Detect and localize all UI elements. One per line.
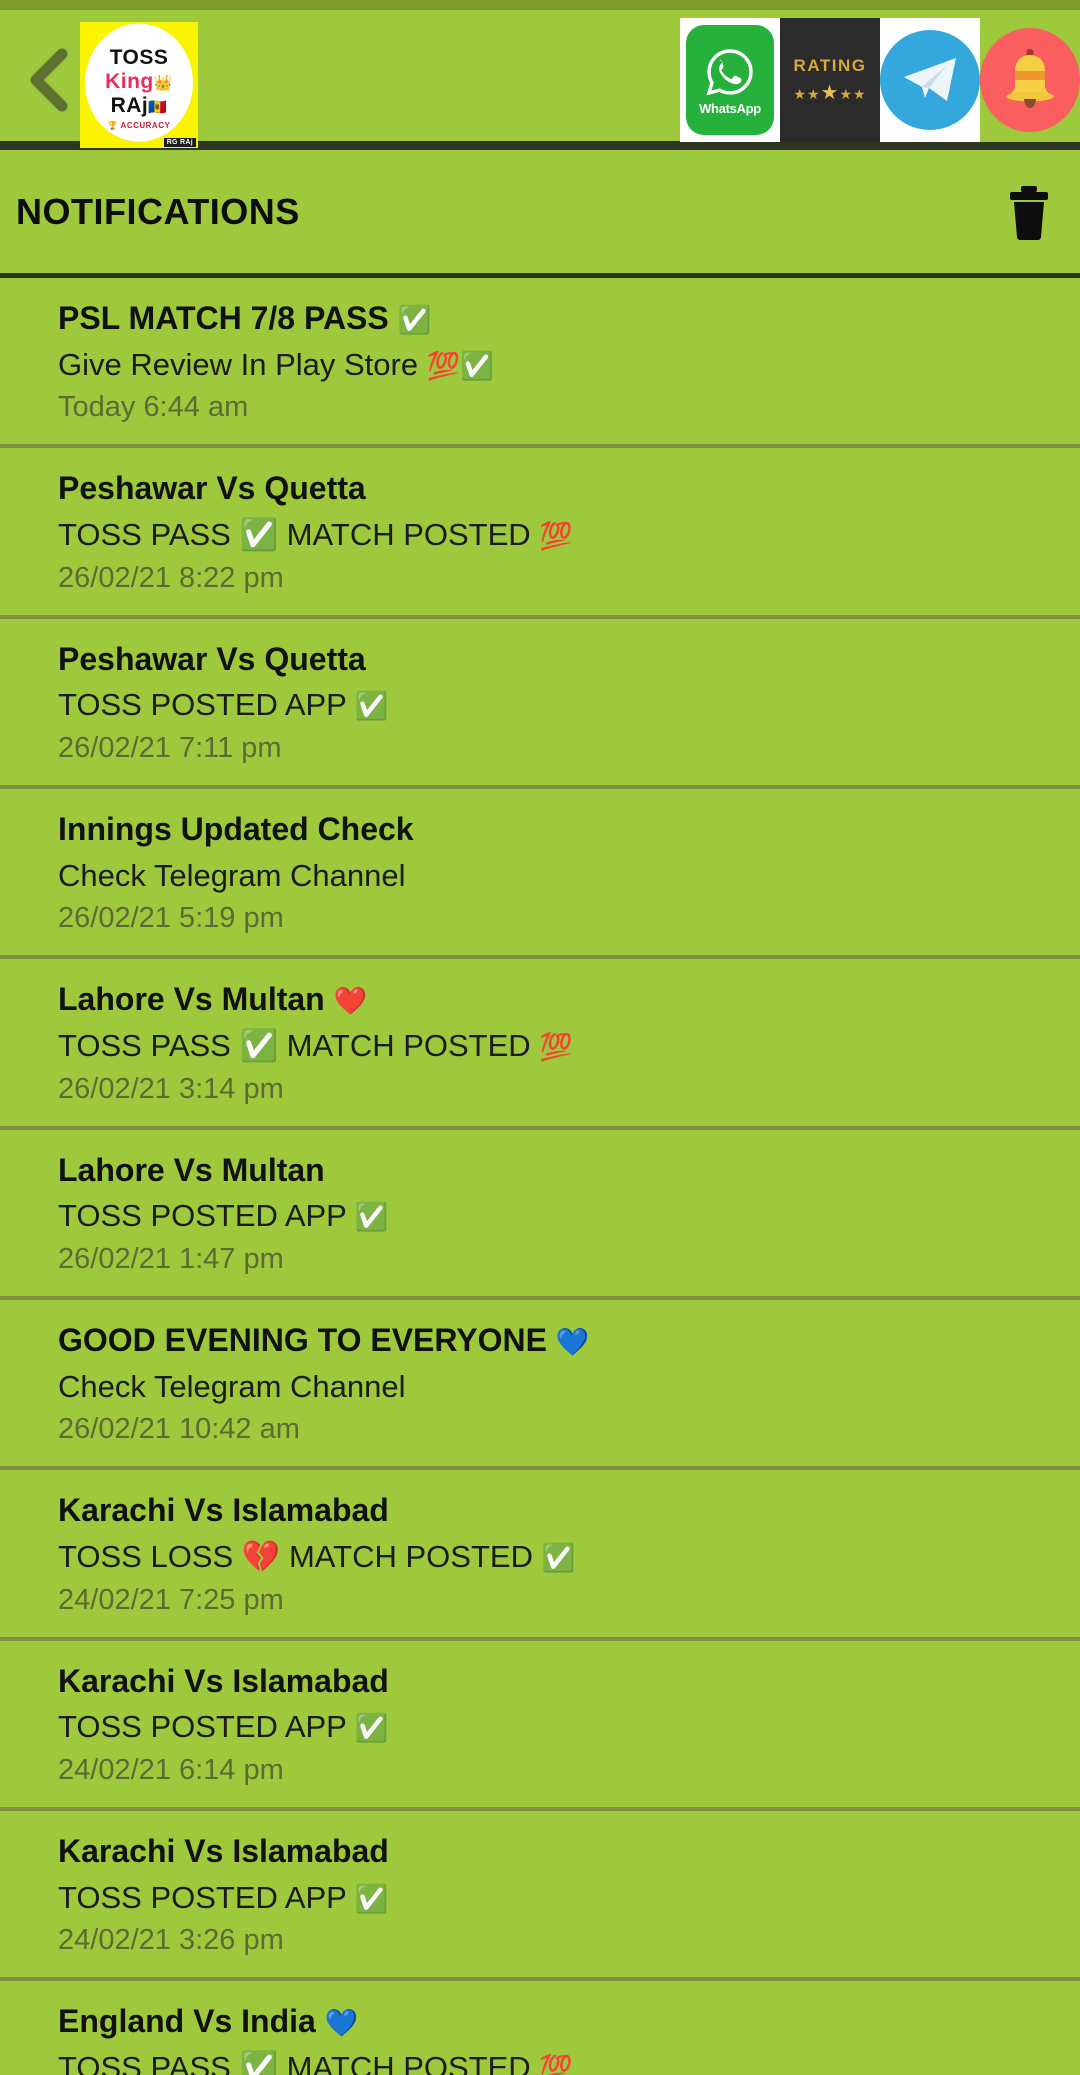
page-header: NOTIFICATIONS <box>0 150 1080 278</box>
whatsapp-glyph-icon <box>706 48 753 95</box>
whatsapp-icon: WhatsApp <box>686 25 774 135</box>
body-emoji-icon: ✅ <box>354 691 389 722</box>
body-emoji-icon: 💯 <box>539 2054 573 2075</box>
title-emoji-icon: 💙 <box>324 2008 359 2039</box>
app-bar-actions: WhatsApp RATING ★★★★★ <box>680 18 1080 142</box>
bell-icon <box>1006 49 1054 108</box>
title-emoji-icon: ✅ <box>397 305 432 335</box>
notification-time: 26/02/21 8:22 pm <box>58 561 284 594</box>
notification-item[interactable]: Peshawar Vs Quetta TOSS POSTED APP ✅ 26/… <box>0 618 1080 789</box>
notification-title: Lahore Vs Multan ❤️ <box>58 981 368 1018</box>
crown-icon: 👑 <box>153 74 173 92</box>
rating-label: RATING <box>793 55 867 75</box>
notification-title: Peshawar Vs Quetta <box>58 470 366 507</box>
page-title: NOTIFICATIONS <box>16 190 300 232</box>
top-status-strip <box>0 0 1080 10</box>
logo-watermark: RG RAj <box>163 138 196 147</box>
telegram-plane-icon <box>904 58 956 101</box>
notification-body: TOSS POSTED APP ✅ <box>58 687 389 723</box>
notification-body: TOSS POSTED APP ✅ <box>58 1198 389 1234</box>
notification-title: Peshawar Vs Quetta <box>58 640 366 677</box>
notification-body: TOSS PASS ✅ MATCH POSTED 💯 <box>58 2050 1080 2075</box>
trash-icon <box>1010 185 1048 240</box>
notification-title: England Vs India 💙 <box>58 2003 359 2040</box>
notification-title: Karachi Vs Islamabad <box>58 1832 389 1869</box>
notification-item[interactable]: Lahore Vs Multan ❤️ TOSS PASS ✅ MATCH PO… <box>0 959 1080 1130</box>
notification-time: 26/02/21 1:47 pm <box>58 1243 284 1276</box>
notification-item[interactable]: PSL MATCH 7/8 PASS ✅ Give Review In Play… <box>0 278 1080 449</box>
telegram-icon <box>880 30 980 130</box>
notification-body: TOSS LOSS 💔 MATCH POSTED ✅ <box>58 1539 576 1575</box>
logo-line-king: King👑 <box>105 69 173 93</box>
notification-time: 26/02/21 7:11 pm <box>58 732 282 765</box>
notification-body: TOSS PASS ✅ MATCH POSTED 💯 <box>58 517 573 553</box>
body-emoji-icon: 💯 <box>539 1032 573 1063</box>
notification-item[interactable]: Karachi Vs Islamabad TOSS POSTED APP ✅ 2… <box>0 1640 1080 1811</box>
notification-item[interactable]: Karachi Vs Islamabad TOSS POSTED APP ✅ 2… <box>0 1810 1080 1982</box>
notification-body: Check Telegram Channel <box>58 1368 406 1404</box>
notification-body: Give Review In Play Store 💯✅ <box>58 346 494 382</box>
body-emoji-icon: 💯✅ <box>426 350 494 381</box>
notification-time: 24/02/21 3:26 pm <box>58 1924 284 1957</box>
bell-circle <box>980 28 1080 132</box>
notification-time: 26/02/21 3:14 pm <box>58 1072 284 1105</box>
notification-body: TOSS POSTED APP ✅ <box>58 1879 389 1915</box>
body-emoji-icon: 💯 <box>539 521 573 552</box>
title-emoji-icon: 💙 <box>555 1326 590 1357</box>
notification-time: 26/02/21 5:19 pm <box>58 902 284 935</box>
notification-title: Lahore Vs Multan <box>58 1151 325 1188</box>
body-emoji-icon: ✅ <box>354 1202 389 1233</box>
notification-title: Karachi Vs Islamabad <box>58 1492 389 1529</box>
body-emoji-icon: ✅ <box>354 1883 389 1914</box>
clear-all-button[interactable] <box>1006 184 1052 240</box>
brand-logo: TOSS King👑 RAj🇲🇩 🏆 ACCURACY RG RAj <box>80 22 198 148</box>
notification-item[interactable]: Lahore Vs Multan TOSS POSTED APP ✅ 26/02… <box>0 1129 1080 1300</box>
back-chevron-icon <box>28 48 72 112</box>
notification-time: Today 6:44 am <box>58 391 249 424</box>
notification-item[interactable]: England Vs India 💙 TOSS PASS ✅ MATCH POS… <box>0 1981 1080 2075</box>
notification-body: TOSS PASS ✅ MATCH POSTED 💯 <box>58 1028 573 1064</box>
rating-stars-icon: ★★★★★ <box>793 81 867 104</box>
telegram-button[interactable] <box>880 18 980 142</box>
notification-time: 24/02/21 7:25 pm <box>58 1583 284 1616</box>
notification-item[interactable]: Karachi Vs Islamabad TOSS LOSS 💔 MATCH P… <box>0 1470 1080 1641</box>
notification-body: TOSS POSTED APP ✅ <box>58 1709 389 1745</box>
notification-title: Innings Updated Check <box>58 810 414 847</box>
whatsapp-label: WhatsApp <box>699 100 761 116</box>
notification-list: PSL MATCH 7/8 PASS ✅ Give Review In Play… <box>0 278 1080 2075</box>
logo-tagline: 🏆 ACCURACY <box>107 120 171 130</box>
notification-title: PSL MATCH 7/8 PASS ✅ <box>58 300 432 336</box>
body-emoji-icon: ✅ <box>541 1543 576 1574</box>
rating-button[interactable]: RATING ★★★★★ <box>780 18 880 142</box>
notification-title: GOOD EVENING TO EVERYONE 💙 <box>58 1321 590 1358</box>
app-bar: TOSS King👑 RAj🇲🇩 🏆 ACCURACY RG RAj Whats… <box>0 10 1080 150</box>
whatsapp-button[interactable]: WhatsApp <box>680 18 780 142</box>
notification-item[interactable]: Peshawar Vs Quetta TOSS PASS ✅ MATCH POS… <box>0 448 1080 619</box>
body-emoji-icon: ✅ <box>354 1713 389 1744</box>
logo-line-toss: TOSS <box>109 45 169 69</box>
logo-line-raj: RAj🇲🇩 <box>110 93 168 117</box>
flag-icon: 🇲🇩 <box>148 98 168 116</box>
title-emoji-icon: ❤️ <box>333 986 368 1017</box>
notification-item[interactable]: GOOD EVENING TO EVERYONE 💙 Check Telegra… <box>0 1299 1080 1471</box>
notification-time: 24/02/21 6:14 pm <box>58 1754 284 1787</box>
notification-bell-button[interactable] <box>980 18 1080 142</box>
notification-item[interactable]: Innings Updated Check Check Telegram Cha… <box>0 788 1080 960</box>
notification-time: 26/02/21 10:42 am <box>58 1413 300 1446</box>
notification-title: Karachi Vs Islamabad <box>58 1662 389 1699</box>
notification-body: Check Telegram Channel <box>58 857 406 893</box>
